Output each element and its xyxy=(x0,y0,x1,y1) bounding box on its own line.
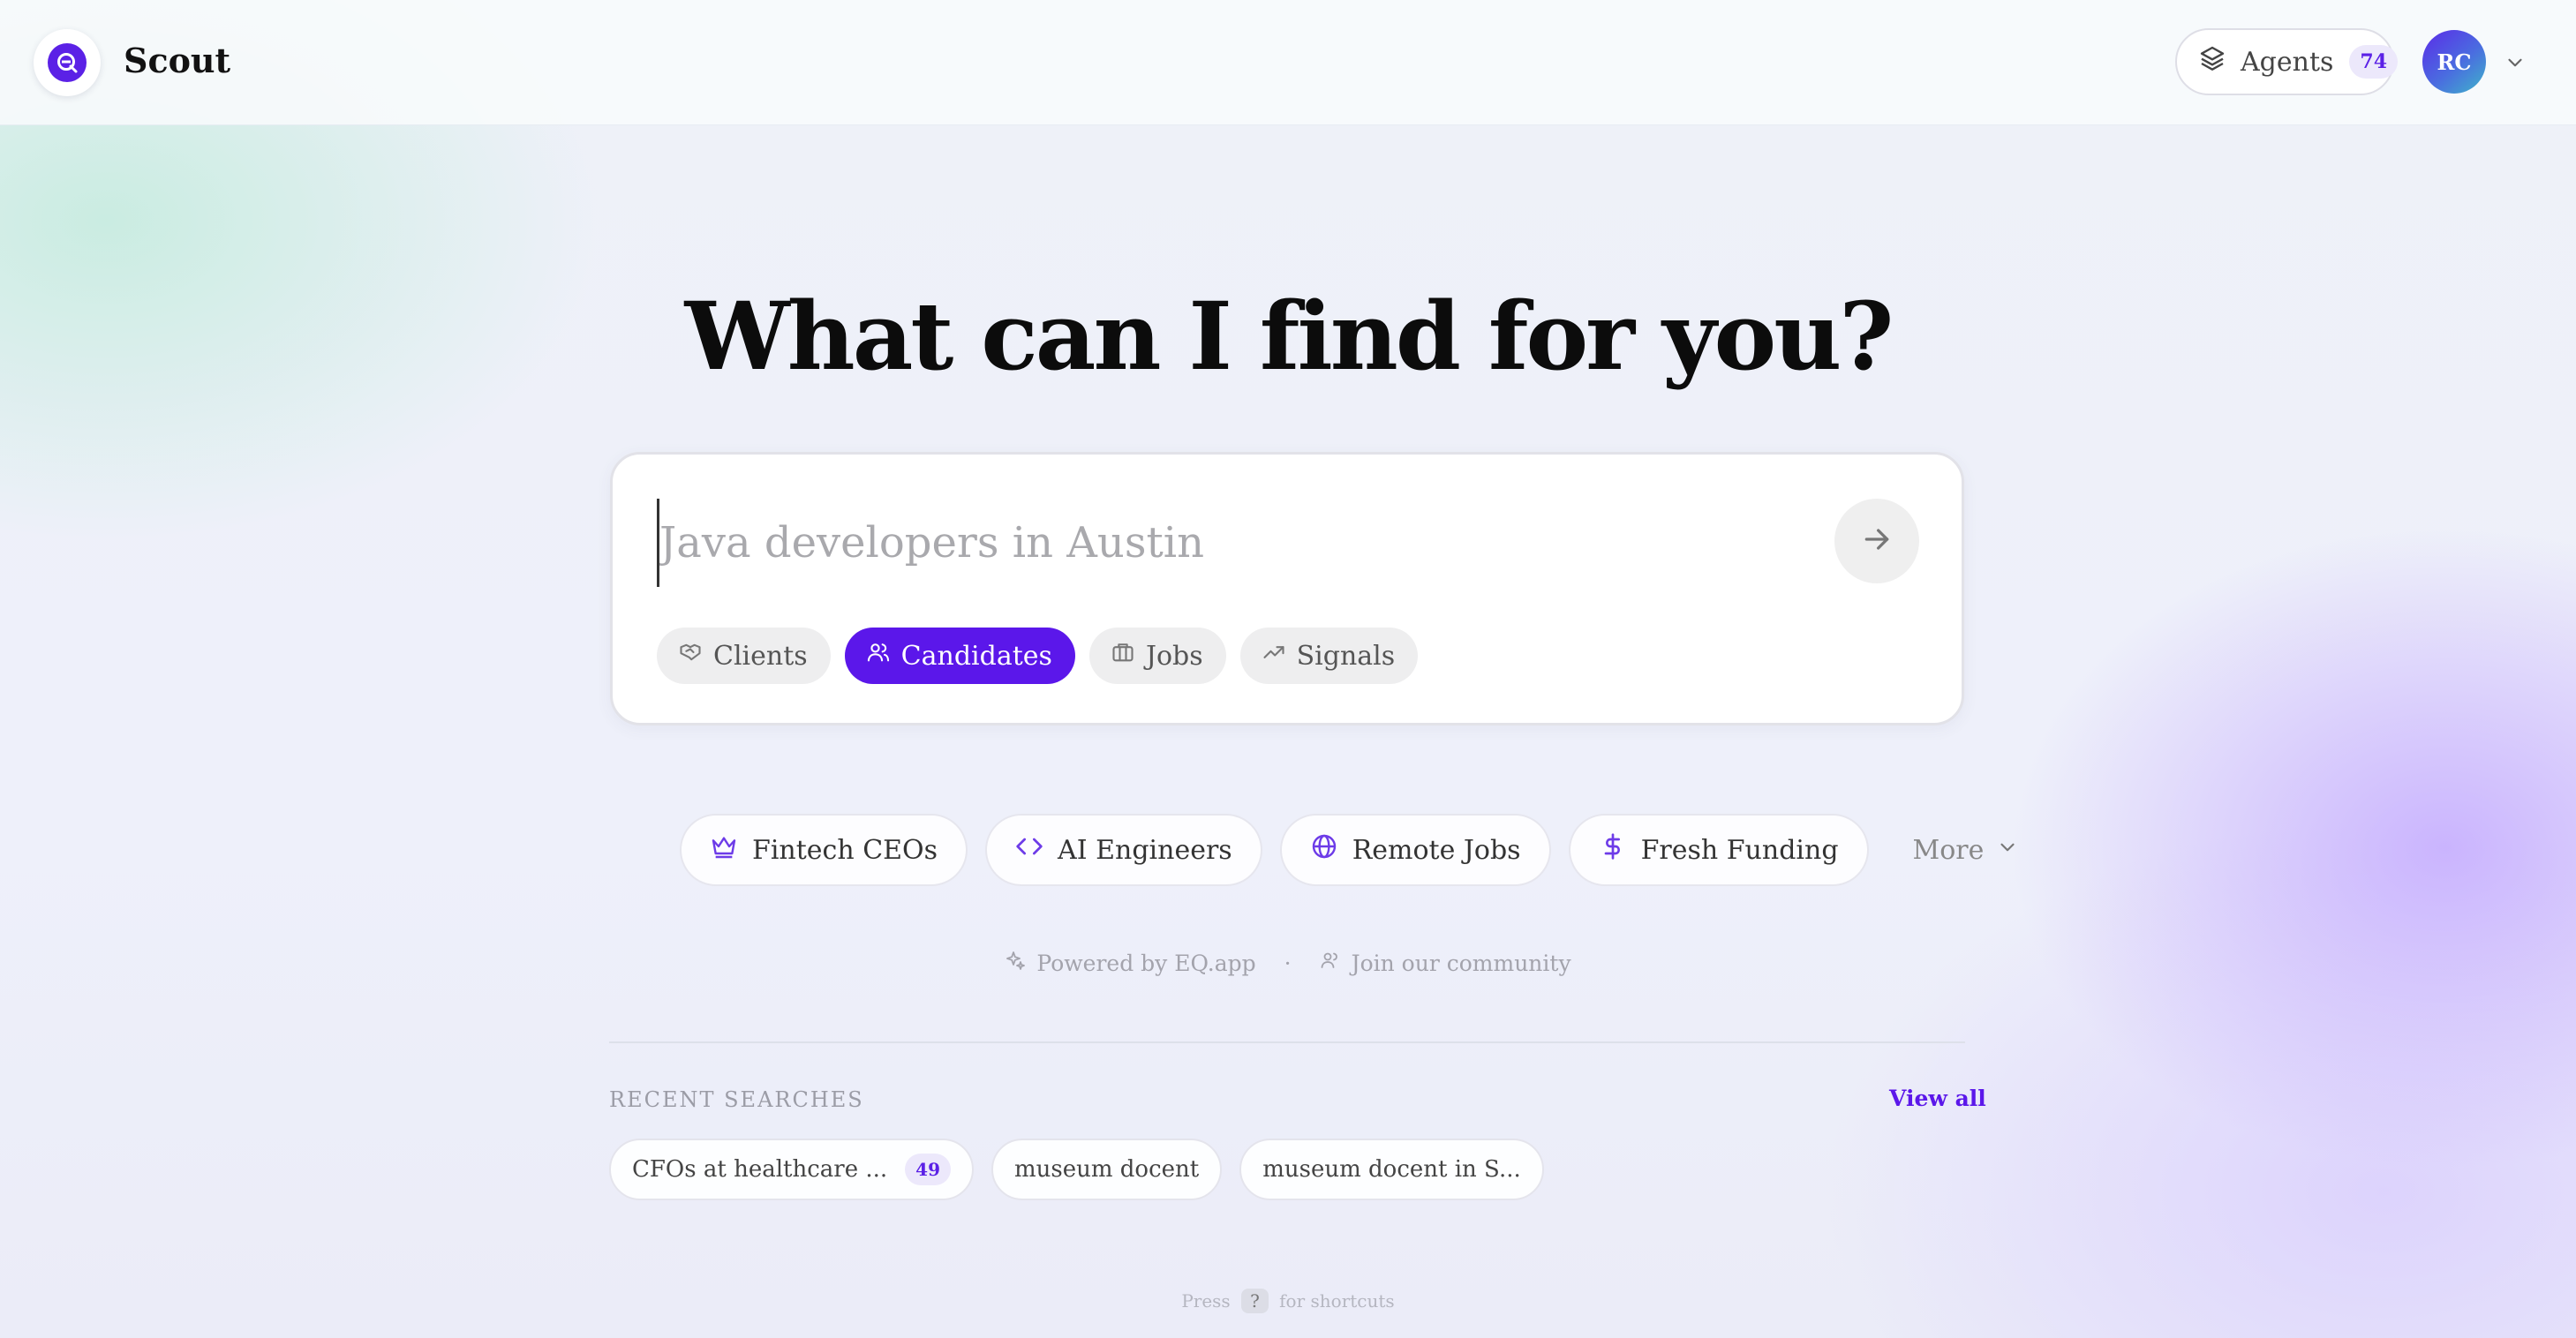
suggestion-label: Remote Jobs xyxy=(1352,834,1521,866)
tab-clients[interactable]: Clients xyxy=(657,628,831,684)
users-icon xyxy=(1320,950,1341,976)
recent-searches-list: CFOs at healthcare ... 49 museum docent … xyxy=(609,1139,1544,1200)
powered-by-text: Powered by EQ.app xyxy=(1036,950,1256,976)
top-bar: Scout Agents 74 RC xyxy=(0,0,2576,125)
community-link[interactable]: Join our community xyxy=(1320,950,1571,976)
globe-icon xyxy=(1310,832,1338,868)
shortcut-hint: Press ? for shortcuts xyxy=(0,1289,2576,1313)
tab-label: Candidates xyxy=(900,640,1052,672)
recent-search-label: CFOs at healthcare ... xyxy=(632,1156,888,1183)
recent-search-label: museum docent in S... xyxy=(1262,1156,1521,1183)
suggestion-fintech-ceos[interactable]: Fintech CEOs xyxy=(680,814,968,886)
more-label: More xyxy=(1912,834,1985,866)
avatar[interactable]: RC xyxy=(2422,30,2486,94)
tab-label: Signals xyxy=(1296,640,1396,672)
users-icon xyxy=(866,640,891,672)
suggestion-ai-engineers[interactable]: AI Engineers xyxy=(985,814,1262,886)
shortcut-press-text: Press xyxy=(1181,1290,1231,1312)
tab-candidates[interactable]: Candidates xyxy=(844,628,1075,684)
suggestion-label: AI Engineers xyxy=(1058,834,1232,866)
view-all-link[interactable]: View all xyxy=(1889,1086,1986,1111)
briefcase-icon xyxy=(1111,640,1135,672)
search-type-tabs: Clients Candidates Jobs Signals xyxy=(657,628,1419,684)
suggestion-label: Fresh Funding xyxy=(1640,834,1839,866)
separator-dot: · xyxy=(1284,950,1292,976)
submit-button[interactable] xyxy=(1834,499,1919,583)
more-button[interactable]: More xyxy=(1887,835,2020,866)
tab-label: Jobs xyxy=(1145,640,1203,672)
recent-search-item[interactable]: museum docent in S... xyxy=(1239,1139,1544,1200)
recent-search-label: museum docent xyxy=(1014,1156,1200,1183)
suggestion-remote-jobs[interactable]: Remote Jobs xyxy=(1279,814,1551,886)
recent-searches-heading: RECENT SEARCHES xyxy=(609,1087,864,1112)
app-name: Scout xyxy=(124,41,231,80)
community-text: Join our community xyxy=(1351,950,1571,976)
agents-label: Agents xyxy=(2241,46,2334,78)
recent-search-item[interactable]: museum docent xyxy=(991,1139,1223,1200)
shortcut-suffix-text: for shortcuts xyxy=(1279,1290,1395,1312)
section-divider xyxy=(609,1041,1965,1043)
shortcut-key: ? xyxy=(1241,1289,1269,1313)
recent-search-item[interactable]: CFOs at healthcare ... 49 xyxy=(609,1139,974,1200)
page-title: What can I find for you? xyxy=(684,281,1894,391)
tab-label: Clients xyxy=(713,640,808,672)
code-icon xyxy=(1015,832,1043,868)
suggestion-list: Fintech CEOs AI Engineers Remote Jobs Fr… xyxy=(680,814,2019,886)
trending-up-icon xyxy=(1262,640,1286,672)
arrow-right-icon xyxy=(1859,522,1894,560)
tab-signals[interactable]: Signals xyxy=(1239,628,1419,684)
suggestion-fresh-funding[interactable]: Fresh Funding xyxy=(1568,814,1869,886)
dollar-icon xyxy=(1599,832,1627,868)
app-logo[interactable] xyxy=(34,29,101,96)
layers-icon xyxy=(2198,44,2226,79)
logo-icon xyxy=(48,43,87,82)
powered-by-link[interactable]: Powered by EQ.app xyxy=(1005,950,1256,976)
chevron-down-icon xyxy=(1996,835,2019,866)
search-card: Clients Candidates Jobs xyxy=(610,452,1964,725)
handshake-icon xyxy=(678,640,703,672)
chevron-down-icon[interactable] xyxy=(2504,51,2527,78)
search-input[interactable] xyxy=(657,499,1804,587)
agents-count-badge: 74 xyxy=(2349,45,2399,79)
result-count-badge: 49 xyxy=(905,1154,951,1185)
crown-icon xyxy=(710,832,738,868)
tab-jobs[interactable]: Jobs xyxy=(1088,628,1226,684)
sparkle-icon xyxy=(1005,950,1026,976)
suggestion-label: Fintech CEOs xyxy=(752,834,938,866)
agents-button[interactable]: Agents 74 xyxy=(2175,28,2399,95)
footer-links: Powered by EQ.app · Join our community xyxy=(0,950,2576,976)
